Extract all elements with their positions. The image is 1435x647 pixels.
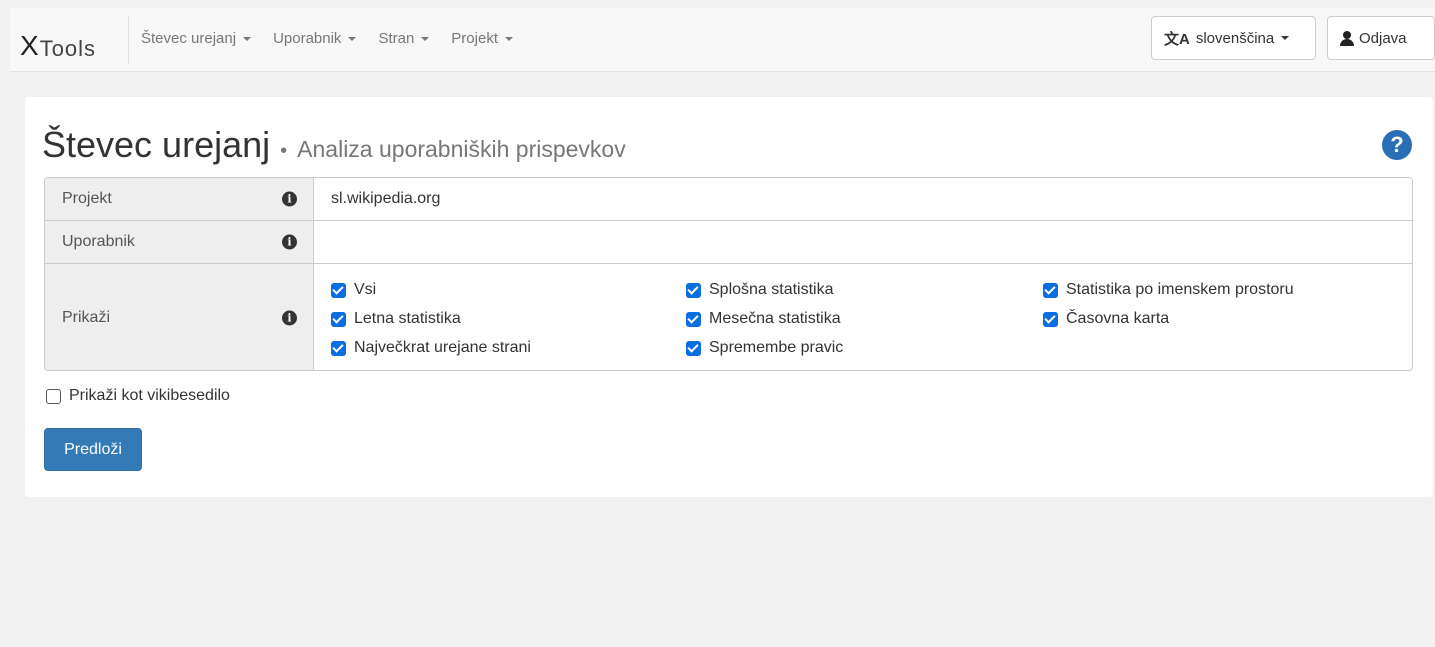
nav-menu: Števec urejanj Uporabnik Stran Projekt — [141, 30, 535, 47]
nav-menu-label: Projekt — [451, 30, 498, 47]
checkbox-checked-icon[interactable] — [331, 282, 346, 298]
nav-menu-edit-counter[interactable]: Števec urejanj — [141, 30, 252, 47]
checkbox-namespace-stats[interactable]: Statistika po imenskem prostoru — [1043, 281, 1294, 299]
checkbox-label: Časovna karta — [1066, 310, 1170, 327]
info-icon[interactable]: i — [282, 234, 297, 250]
show-label-cell: Prikaži i — [45, 264, 314, 370]
help-icon[interactable]: ? — [1382, 130, 1412, 160]
nav-menu-label: Stran — [378, 30, 415, 47]
chevron-down-icon — [348, 36, 357, 41]
project-input-cell — [315, 178, 1412, 220]
chevron-down-icon — [421, 36, 430, 41]
user-label-cell: Uporabnik i — [45, 221, 314, 263]
user-input-cell — [315, 221, 1412, 263]
checkbox-timecard[interactable]: Časovna karta — [1043, 310, 1169, 328]
checkbox-general-stats[interactable]: Splošna statistika — [686, 281, 834, 299]
page-subtitle: Analiza uporabniških prispevkov — [297, 136, 626, 162]
checkbox-checked-icon[interactable] — [331, 340, 346, 356]
nav-menu-label: Uporabnik — [273, 30, 342, 47]
checkbox-label: Največkrat urejane strani — [354, 339, 531, 356]
checkbox-show-as-wikitext[interactable]: Prikaži kot vikibesedilo — [46, 387, 230, 405]
nav-menu-page[interactable]: Stran — [378, 30, 430, 47]
user-label: Uporabnik — [62, 233, 135, 250]
checkbox-rights-changes[interactable]: Spremembe pravic — [686, 339, 843, 357]
checkbox-year-stats[interactable]: Letna statistika — [331, 310, 461, 328]
nav-menu-label: Števec urejanj — [141, 30, 237, 47]
checkbox-label: Spremembe pravic — [709, 339, 844, 356]
project-input[interactable] — [315, 178, 1412, 220]
project-label-cell: Projekt i — [45, 178, 314, 220]
checkbox-label: Prikaži kot vikibesedilo — [69, 387, 230, 404]
page-title-main: Števec urejanj — [42, 124, 271, 165]
checkbox-checked-icon[interactable] — [686, 282, 701, 298]
user-input[interactable] — [315, 221, 1412, 263]
chevron-down-icon — [243, 36, 252, 41]
logout-button[interactable]: Odjava — [1327, 16, 1435, 60]
checkbox-label: Statistika po imenskem prostoru — [1066, 281, 1294, 298]
info-icon[interactable]: i — [282, 191, 297, 207]
checkbox-top-edited-pages[interactable]: Največkrat urejane strani — [331, 339, 531, 357]
project-row: Projekt i — [45, 178, 1412, 221]
xtools-logo[interactable]: X Tools — [20, 22, 96, 62]
chevron-down-icon — [1281, 36, 1290, 40]
top-navbar: X Tools Števec urejanj Uporabnik Stran Pr… — [10, 8, 1435, 72]
title-separator: • — [280, 140, 288, 162]
info-icon[interactable]: i — [282, 310, 297, 326]
show-row: Prikaži i Vsi Splošna statistika Statist… — [45, 264, 1412, 370]
user-icon — [1340, 30, 1354, 46]
language-label: slovenščina — [1195, 29, 1275, 47]
checkbox-month-stats[interactable]: Mesečna statistika — [686, 310, 841, 328]
language-dropdown-button[interactable]: 文A slovenščina — [1151, 16, 1316, 60]
show-label: Prikaži — [62, 309, 111, 326]
checkbox-checked-icon[interactable] — [331, 311, 346, 327]
logo-x: X — [20, 30, 40, 61]
checkbox-checked-icon[interactable] — [686, 340, 701, 356]
checkbox-label: Vsi — [354, 281, 377, 298]
checkbox-all[interactable]: Vsi — [331, 281, 376, 299]
checkbox-unchecked-icon[interactable] — [46, 388, 61, 404]
query-form: Projekt i Uporabnik i Prikaži i Vsi Splo… — [44, 177, 1413, 371]
nav-menu-project[interactable]: Projekt — [451, 30, 513, 47]
page-title: Števec urejanj • Analiza uporabniških pr… — [42, 124, 626, 166]
checkbox-checked-icon[interactable] — [686, 311, 701, 327]
project-label: Projekt — [62, 190, 112, 207]
checkbox-checked-icon[interactable] — [1043, 311, 1058, 327]
user-row: Uporabnik i — [45, 221, 1412, 264]
translate-icon: 文A — [1164, 30, 1190, 48]
checkbox-label: Mesečna statistika — [709, 310, 841, 327]
navbar-divider — [128, 16, 129, 64]
checkbox-label: Splošna statistika — [709, 281, 834, 298]
logout-label: Odjava — [1359, 29, 1407, 47]
chevron-down-icon — [504, 36, 513, 41]
nav-menu-user[interactable]: Uporabnik — [273, 30, 357, 47]
logo-text: Tools — [39, 36, 97, 61]
checkbox-checked-icon[interactable] — [1043, 282, 1058, 298]
checkbox-label: Letna statistika — [354, 310, 461, 327]
submit-button[interactable]: Predloži — [44, 428, 142, 471]
